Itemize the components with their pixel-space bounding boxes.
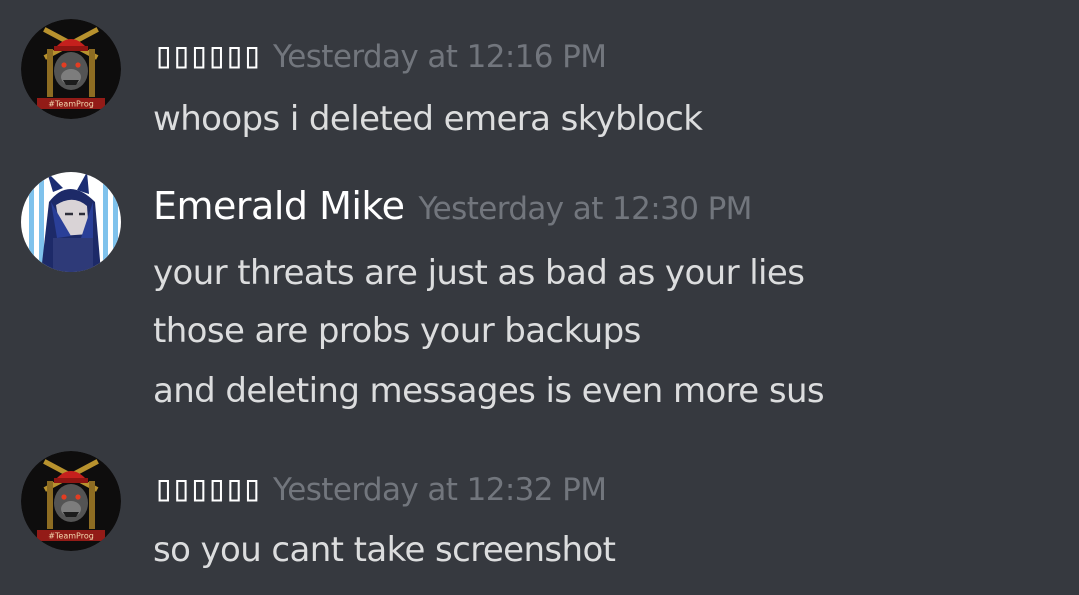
message-timestamp[interactable]: Yesterday at 12:16 PM bbox=[273, 39, 607, 75]
message-text: your threats are just as bad as your lie… bbox=[153, 253, 805, 293]
team-frog-gorilla-avatar[interactable]: #TeamProg bbox=[21, 19, 121, 119]
message-header: Emerald Mike Yesterday at 12:30 PM bbox=[153, 184, 752, 228]
message-text: whoops i deleted emera skyblock bbox=[153, 99, 703, 139]
chat-log: #TeamProg ▯▯▯▯▯▯ Yesterday at 12:16 PM wh… bbox=[0, 0, 1079, 595]
message-header: ▯▯▯▯▯▯ Yesterday at 12:16 PM bbox=[153, 35, 607, 76]
anime-character-avatar[interactable] bbox=[21, 172, 121, 272]
author-name[interactable]: ▯▯▯▯▯▯ bbox=[153, 468, 263, 509]
message-text: those are probs your backups bbox=[153, 311, 641, 351]
message-header: ▯▯▯▯▯▯ Yesterday at 12:32 PM bbox=[153, 468, 607, 509]
svg-text:#TeamProg: #TeamProg bbox=[48, 100, 94, 109]
message-text: so you cant take screenshot bbox=[153, 530, 616, 570]
message-timestamp[interactable]: Yesterday at 12:30 PM bbox=[418, 191, 752, 227]
author-name[interactable]: Emerald Mike bbox=[153, 184, 405, 228]
author-name[interactable]: ▯▯▯▯▯▯ bbox=[153, 35, 263, 76]
message-text: and deleting messages is even more sus bbox=[153, 371, 825, 411]
message-timestamp[interactable]: Yesterday at 12:32 PM bbox=[273, 472, 607, 508]
svg-text:#TeamProg: #TeamProg bbox=[48, 532, 94, 541]
team-frog-gorilla-avatar[interactable]: #TeamProg bbox=[21, 451, 121, 551]
